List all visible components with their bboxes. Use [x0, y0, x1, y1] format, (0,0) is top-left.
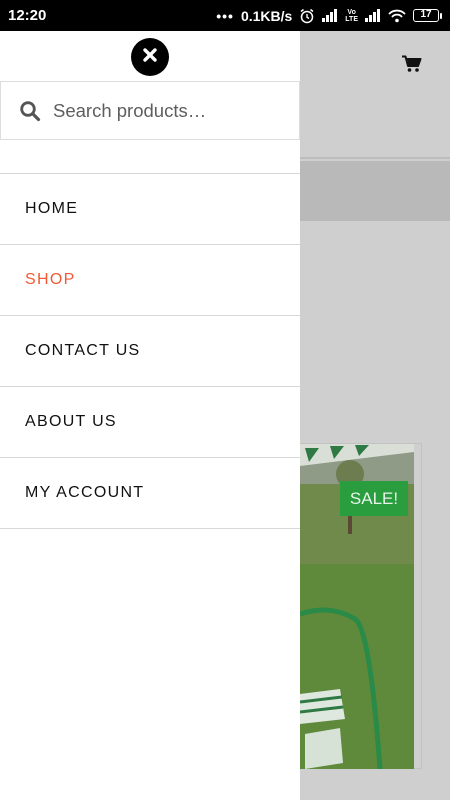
status-icons: ••• 0.1KB/s Vo LTE 17 — [216, 8, 442, 24]
signal-icon — [322, 9, 338, 22]
more-dots: ••• — [216, 7, 234, 24]
nav-menu: HOME SHOP CONTACT US ABOUT US MY ACCOUNT — [0, 173, 300, 529]
alarm-icon — [299, 8, 315, 24]
signal-icon-2 — [365, 9, 381, 22]
nav-drawer: HOME SHOP CONTACT US ABOUT US MY ACCOUNT — [0, 31, 300, 800]
search-input[interactable] — [53, 99, 283, 122]
wifi-icon — [388, 9, 406, 23]
menu-item-my-account[interactable]: MY ACCOUNT — [0, 458, 300, 529]
menu-item-home[interactable]: HOME — [0, 174, 300, 245]
status-bar: 12:20 ••• 0.1KB/s Vo LTE 17 — [0, 0, 450, 31]
menu-item-about-us[interactable]: ABOUT US — [0, 387, 300, 458]
sale-badge: SALE! — [340, 481, 408, 516]
volte-icon: Vo LTE — [345, 9, 358, 23]
menu-item-shop[interactable]: SHOP — [0, 245, 300, 316]
close-button[interactable] — [131, 38, 169, 76]
cart-icon[interactable] — [402, 55, 424, 77]
net-speed: 0.1KB/s — [240, 7, 293, 24]
volte-line1: Vo — [347, 8, 356, 16]
page-banner — [300, 161, 450, 221]
site-header — [300, 31, 450, 159]
volte-line2: LTE — [345, 15, 358, 23]
search-icon — [19, 100, 41, 122]
status-time: 12:20 — [8, 7, 47, 24]
close-icon — [143, 47, 157, 67]
search-box[interactable] — [0, 81, 300, 140]
battery-icon: 17 — [413, 9, 442, 22]
battery-level: 17 — [413, 9, 439, 22]
menu-item-contact-us[interactable]: CONTACT US — [0, 316, 300, 387]
